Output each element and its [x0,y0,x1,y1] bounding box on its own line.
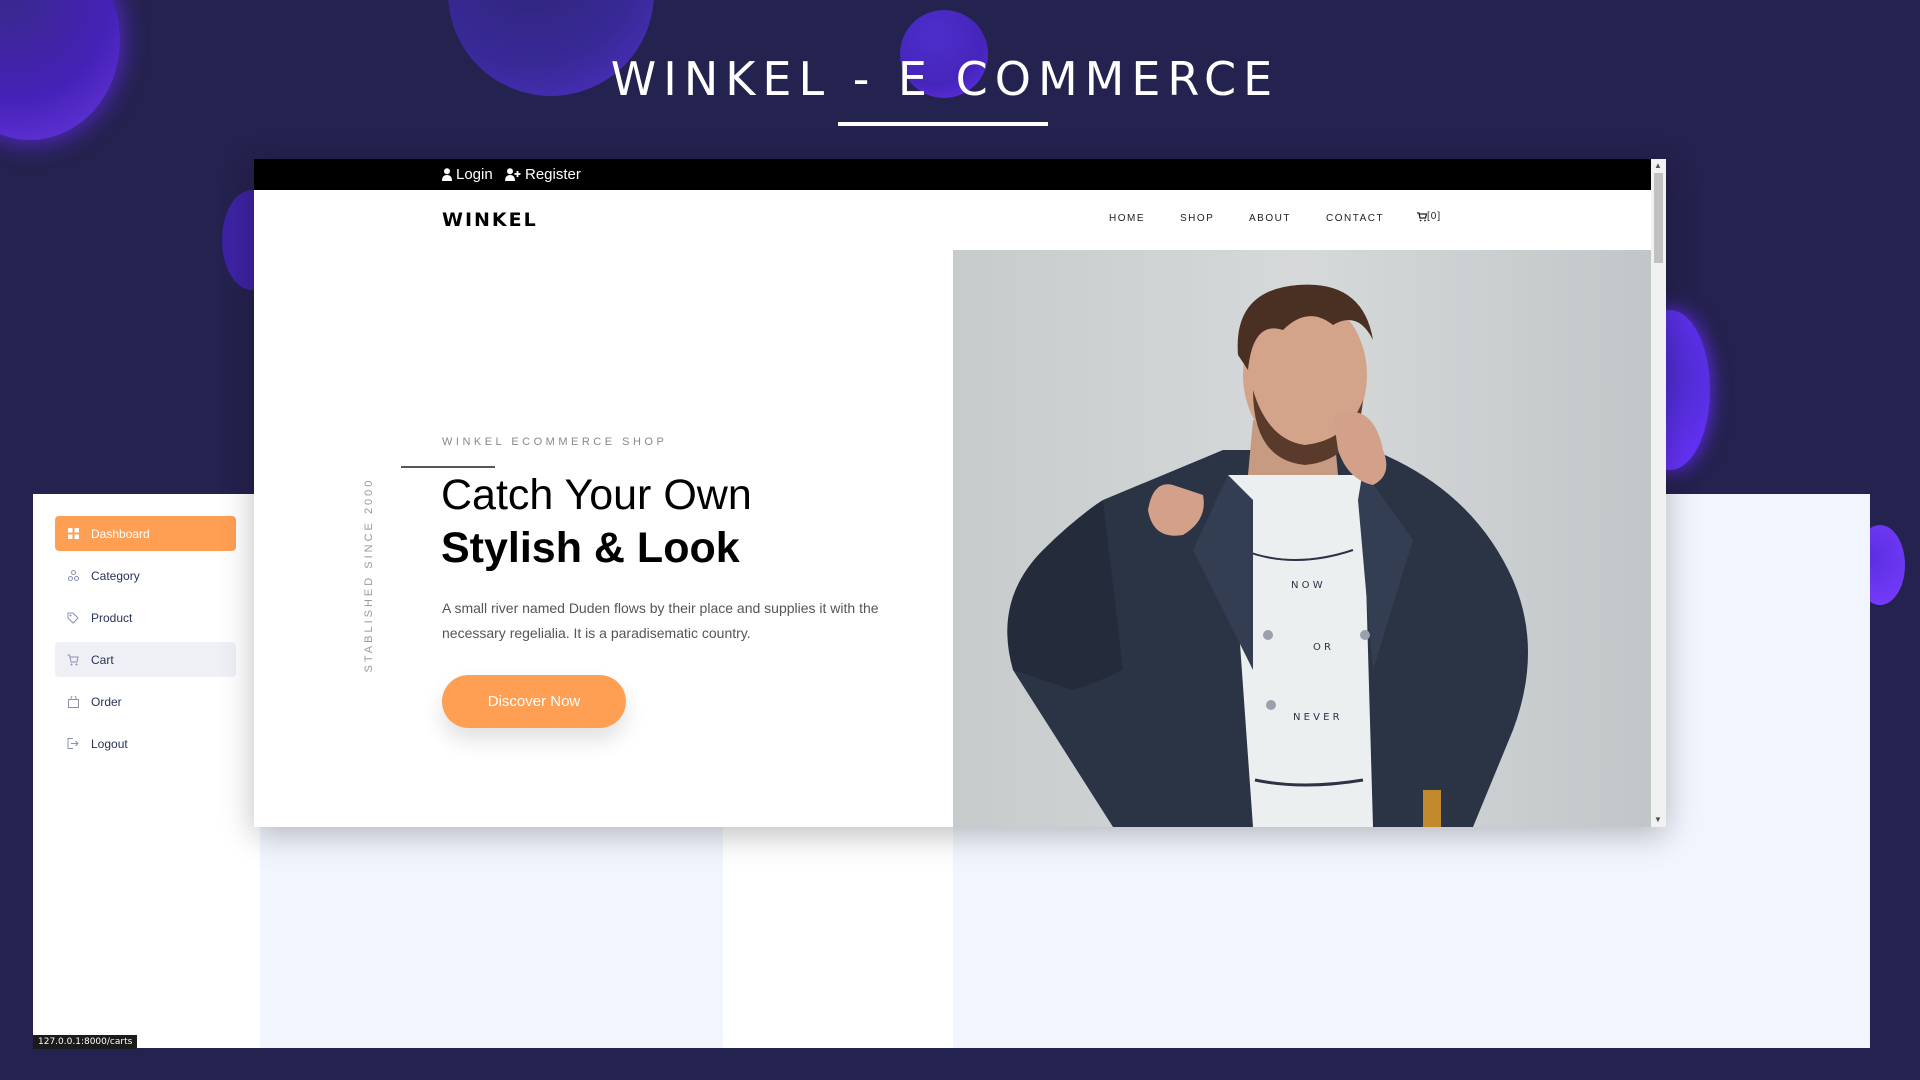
cart-icon [1417,211,1427,221]
tag-icon [67,612,79,624]
sidebar-item-dashboard[interactable]: Dashboard [55,516,236,551]
shirt-word: N O W [1291,580,1323,591]
sidebar-item-category[interactable]: Category [55,558,236,593]
register-label: Register [525,166,581,183]
shirt-word: N E V E R [1293,712,1340,723]
hero-title-line2: Stylish & Look [441,524,740,572]
sidebar-item-label: Order [91,694,122,709]
established-tag: STABLISHED SINCE 2000 [363,477,375,673]
discover-now-button[interactable]: Discover Now [442,675,626,728]
nav-home[interactable]: HOME [1109,213,1145,224]
login-label: Login [456,166,493,183]
scroll-down-arrow-icon[interactable]: ▼ [1654,815,1662,825]
category-icon [67,570,79,582]
sidebar-item-label: Cart [91,652,114,667]
nav-shop[interactable]: SHOP [1180,213,1214,224]
sidebar-item-order[interactable]: Order [55,684,236,719]
dashboard-icon [67,528,79,540]
bag-icon [67,695,79,708]
sidebar-item-label: Dashboard [91,526,150,541]
admin-sidebar: Dashboard Category Product Cart Order Lo… [33,494,260,1048]
logout-icon [67,738,79,750]
scroll-thumb[interactable] [1654,173,1663,263]
nav-cart[interactable]: [0] [1417,211,1441,222]
scroll-up-arrow-icon[interactable]: ▲ [1654,161,1662,171]
status-bar-url: 127.0.0.1:8000/carts [33,1035,138,1049]
cart-icon [67,654,79,666]
brand-logo[interactable]: WINKEL [442,209,538,231]
hero-title-line1: Catch Your Own [441,471,752,519]
shop-homepage-screenshot: Login Register WINKEL HOME SHOP ABOUT CO… [254,159,1666,827]
sidebar-item-label: Product [91,610,133,625]
sidebar-item-label: Logout [91,736,128,751]
sidebar-item-label: Category [91,568,140,583]
sidebar-item-logout[interactable]: Logout [55,726,236,761]
cart-count: [0] [1427,211,1442,222]
hero-divider [401,466,495,468]
page-title: WINKEL - E COMMERCE [610,52,1280,106]
hero-description: A small river named Duden flows by their… [442,600,879,641]
register-link[interactable]: Register [505,159,581,190]
admin-content-card [723,824,953,1048]
sidebar-item-cart[interactable]: Cart [55,642,236,677]
browser-scrollbar[interactable]: ▲ ▼ [1651,159,1666,827]
hero-subtitle: WINKEL ECOMMERCE SHOP [442,436,668,448]
shirt-word: O R [1313,642,1331,653]
login-link[interactable]: Login [442,159,493,190]
user-plus-icon [505,168,521,181]
user-icon [442,168,452,181]
nav-contact[interactable]: CONTACT [1326,213,1384,224]
title-underline [838,122,1048,126]
nav-about[interactable]: ABOUT [1249,213,1291,224]
top-bar: Login Register [254,159,1651,190]
hero-model-photo: N O W O R N E V E R [953,250,1651,827]
sidebar-item-product[interactable]: Product [55,600,236,635]
